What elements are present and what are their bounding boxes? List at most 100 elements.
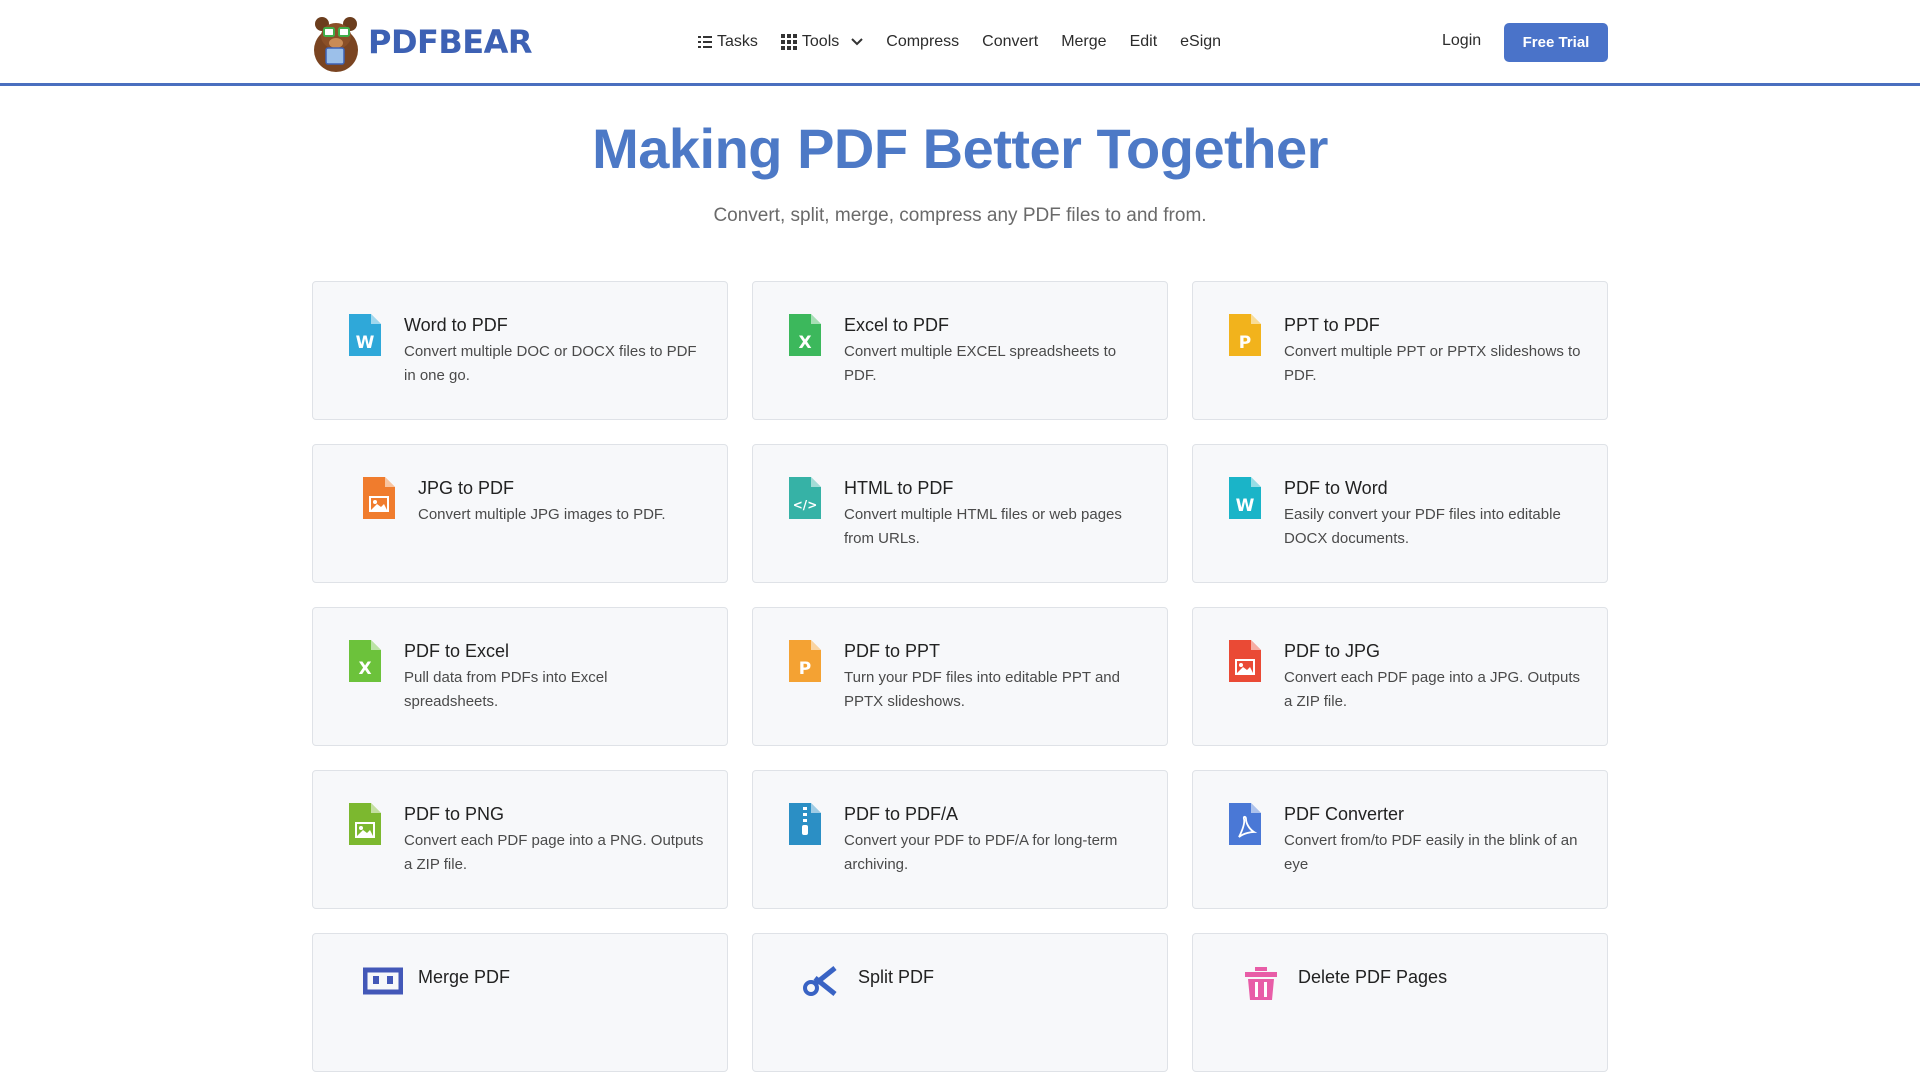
tool-card-description: Convert multiple EXCEL spreadsheets to P…: [844, 343, 1117, 384]
tool-card-title: Delete PDF Pages: [1298, 967, 1448, 987]
svg-text:</>: </>: [793, 498, 818, 512]
tool-card-title: PPT to PDF: [1284, 315, 1380, 335]
tool-card-description: Convert multiple PPT or PPTX slideshows …: [1284, 343, 1581, 384]
chevron-down-icon: [851, 38, 863, 46]
excel-file-icon-graphic: X: [789, 314, 821, 356]
nav-tasks-label: Tasks: [717, 33, 758, 50]
main-nav: Tasks Tools Compress Convert Merge Edit …: [698, 30, 1244, 54]
logo-bear: BEAR: [438, 23, 533, 61]
trash-icon-graphic: [1245, 967, 1277, 1000]
page-title: Making PDF Better Together: [592, 117, 1328, 180]
nav-tools-label: Tools: [801, 33, 840, 50]
tool-card-title: PDF to Word: [1284, 478, 1388, 498]
pdf-word-file-icon-graphic: W: [1229, 477, 1261, 519]
merge-icon-graphic: [362, 967, 404, 995]
pdfbear-logo[interactable]: PDFBEAR: [312, 10, 533, 74]
svg-text:W: W: [1236, 496, 1255, 516]
pdf-excel-file-icon: X: [349, 640, 381, 682]
pdf-ppt-file-icon-graphic: P: [789, 640, 821, 682]
pdf-jpg-file-icon: [1229, 640, 1261, 682]
tool-card[interactable]: </> HTML to PDF Convert multiple HTML fil…: [752, 444, 1168, 583]
svg-text:P: P: [1239, 333, 1251, 353]
svg-text:P: P: [799, 659, 811, 679]
nav-tasks[interactable]: Tasks: [698, 33, 758, 51]
pdf-png-file-icon: [349, 803, 381, 845]
tool-card[interactable]: PDF to PNG Convert each PDF page into a P…: [312, 770, 728, 909]
tool-card-title: PDF to Excel: [404, 641, 510, 661]
html-file-icon-graphic: </>: [789, 477, 821, 519]
jpg-file-icon: [363, 477, 395, 519]
tool-card[interactable]: Split PDF: [752, 933, 1168, 1072]
tool-card-title: PDF to PNG: [404, 804, 505, 824]
word-file-icon-graphic: W: [349, 314, 381, 356]
tool-card-title: PDF to PDF/A: [844, 804, 959, 824]
tool-card[interactable]: P PPT to PDF Convert multiple PPT or PPTX…: [1192, 281, 1608, 420]
pdfa-zip-file-icon-graphic: [789, 803, 821, 845]
tool-card[interactable]: W Word to PDF Convert multiple DOC or DOC…: [312, 281, 728, 420]
pdf-png-file-icon-graphic: [349, 803, 381, 845]
pdf-converter-file-icon-graphic: [1229, 803, 1261, 845]
tool-card-description: Convert each PDF page into a JPG. Output…: [1284, 669, 1580, 710]
tool-card[interactable]: Delete PDF Pages: [1192, 933, 1608, 1072]
nav-merge[interactable]: Merge: [1061, 33, 1106, 51]
nav-edit[interactable]: Edit: [1130, 33, 1158, 51]
pdf-jpg-file-icon-graphic: [1229, 640, 1261, 682]
tool-card-title: Word to PDF: [404, 315, 508, 335]
jpg-file-icon-graphic: [363, 477, 395, 519]
top-navbar: PDFBEAR Tasks Tools Compress Convert Mer…: [0, 0, 1920, 86]
nav-esign[interactable]: eSign: [1180, 33, 1221, 51]
tool-card[interactable]: P PDF to PPT Turn your PDF files into edi…: [752, 607, 1168, 746]
scissors-icon-graphic: [803, 966, 837, 996]
tool-card-description: Easily convert your PDF files into edita…: [1284, 506, 1561, 547]
logo-wordmark: PDFBEAR: [368, 23, 533, 61]
ppt-file-icon: P: [1229, 314, 1261, 356]
tool-card-description: Convert your PDF to PDF/A for long-term …: [844, 832, 1118, 873]
tool-card[interactable]: PDF to PDF/A Convert your PDF to PDF/A fo…: [752, 770, 1168, 909]
tool-card[interactable]: W PDF to Word Easily convert your PDF fil…: [1192, 444, 1608, 583]
svg-text:W: W: [356, 333, 375, 353]
tool-card-title: HTML to PDF: [844, 478, 954, 498]
pdf-excel-file-icon-graphic: X: [349, 640, 381, 682]
tool-card-description: Convert multiple JPG images to PDF.: [418, 506, 666, 523]
tool-card[interactable]: PDF to JPG Convert each PDF page into a J…: [1192, 607, 1608, 746]
login-link[interactable]: Login: [1442, 32, 1481, 50]
tool-card-title: Merge PDF: [418, 967, 511, 987]
tool-card-description: Convert from/to PDF easily in the blink …: [1284, 832, 1578, 873]
tool-card[interactable]: X PDF to Excel Pull data from PDFs into E…: [312, 607, 728, 746]
html-file-icon: </>: [789, 477, 821, 519]
word-file-icon: W: [349, 314, 381, 356]
nav-convert[interactable]: Convert: [982, 33, 1038, 51]
nav-tools[interactable]: Tools: [780, 33, 863, 51]
tool-card-title: PDF to JPG: [1284, 641, 1381, 661]
ppt-file-icon-graphic: P: [1229, 314, 1261, 356]
nav-compress[interactable]: Compress: [886, 33, 959, 51]
tool-card-description: Convert multiple HTML files or web pages…: [844, 506, 1122, 547]
tool-card-title: PDF Converter: [1284, 804, 1405, 824]
tool-card[interactable]: X Excel to PDF Convert multiple EXCEL spr…: [752, 281, 1168, 420]
pdf-converter-file-icon: [1229, 803, 1261, 845]
svg-text:X: X: [798, 333, 811, 353]
page-subtitle: Convert, split, merge, compress any PDF …: [713, 205, 1207, 226]
list-icon: [698, 35, 712, 49]
excel-file-icon: X: [789, 314, 821, 356]
scissors-icon: [803, 966, 837, 1008]
tool-card[interactable]: PDF Converter Convert from/to PDF easily …: [1192, 770, 1608, 909]
tool-card-title: Split PDF: [858, 967, 935, 987]
tool-card[interactable]: JPG to PDF Convert multiple JPG images to…: [312, 444, 728, 583]
svg-text:X: X: [358, 659, 371, 679]
tool-card-title: Excel to PDF: [844, 315, 950, 335]
pdf-ppt-file-icon: P: [789, 640, 821, 682]
trash-icon: [1243, 966, 1277, 1008]
bear-mascot-icon: [312, 10, 364, 74]
tool-card-description: Turn your PDF files into editable PPT an…: [844, 669, 1120, 710]
tool-card-description: Convert each PDF page into a PNG. Output…: [404, 832, 704, 873]
pdf-word-file-icon: W: [1229, 477, 1261, 519]
tool-card[interactable]: Merge PDF: [312, 933, 728, 1072]
free-trial-button[interactable]: Free Trial: [1504, 23, 1608, 62]
pdfa-zip-file-icon: [789, 803, 821, 845]
tool-card-description: Convert multiple DOC or DOCX files to PD…: [404, 343, 697, 384]
logo-pdf: PDF: [368, 23, 439, 61]
grid-icon: [780, 34, 797, 50]
tool-card-title: JPG to PDF: [418, 478, 515, 498]
tool-card-description: Pull data from PDFs into Excel spreadshe…: [404, 669, 608, 710]
